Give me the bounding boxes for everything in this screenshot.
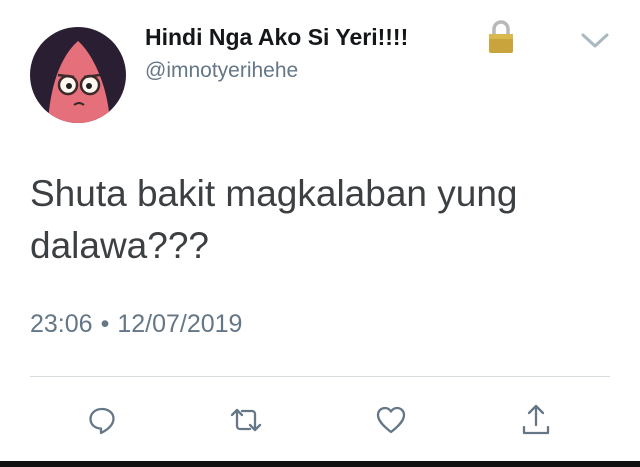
- tweet-text: Shuta bakit magkalaban yung dalawa???: [30, 173, 518, 266]
- meta-separator: •: [100, 310, 110, 338]
- avatar[interactable]: [30, 27, 126, 123]
- divider: [30, 376, 610, 377]
- tweet-date: 12/07/2019: [117, 310, 243, 338]
- lock-icon: [486, 19, 516, 55]
- heart-icon: [376, 406, 406, 434]
- like-button[interactable]: [371, 400, 411, 440]
- reply-button[interactable]: [82, 400, 122, 440]
- tweet-menu-button[interactable]: [578, 26, 612, 54]
- share-button[interactable]: [516, 400, 556, 440]
- tweet-time: 23:06: [30, 310, 93, 338]
- tweet-timestamp[interactable]: 23:06 • 12/07/2019: [30, 306, 242, 342]
- tweet-card: Hindi Nga Ako Si Yeri!!!! @imnotyerihehe…: [0, 0, 640, 467]
- chevron-down-icon: [581, 33, 609, 48]
- reply-icon: [89, 407, 115, 435]
- retweet-icon: [230, 408, 262, 432]
- share-icon: [522, 404, 550, 435]
- retweet-button[interactable]: [226, 400, 266, 440]
- bottom-edge: [0, 461, 640, 467]
- user-handle[interactable]: @imnotyerihehe: [145, 56, 298, 86]
- display-name[interactable]: Hindi Nga Ako Si Yeri!!!!: [145, 20, 408, 54]
